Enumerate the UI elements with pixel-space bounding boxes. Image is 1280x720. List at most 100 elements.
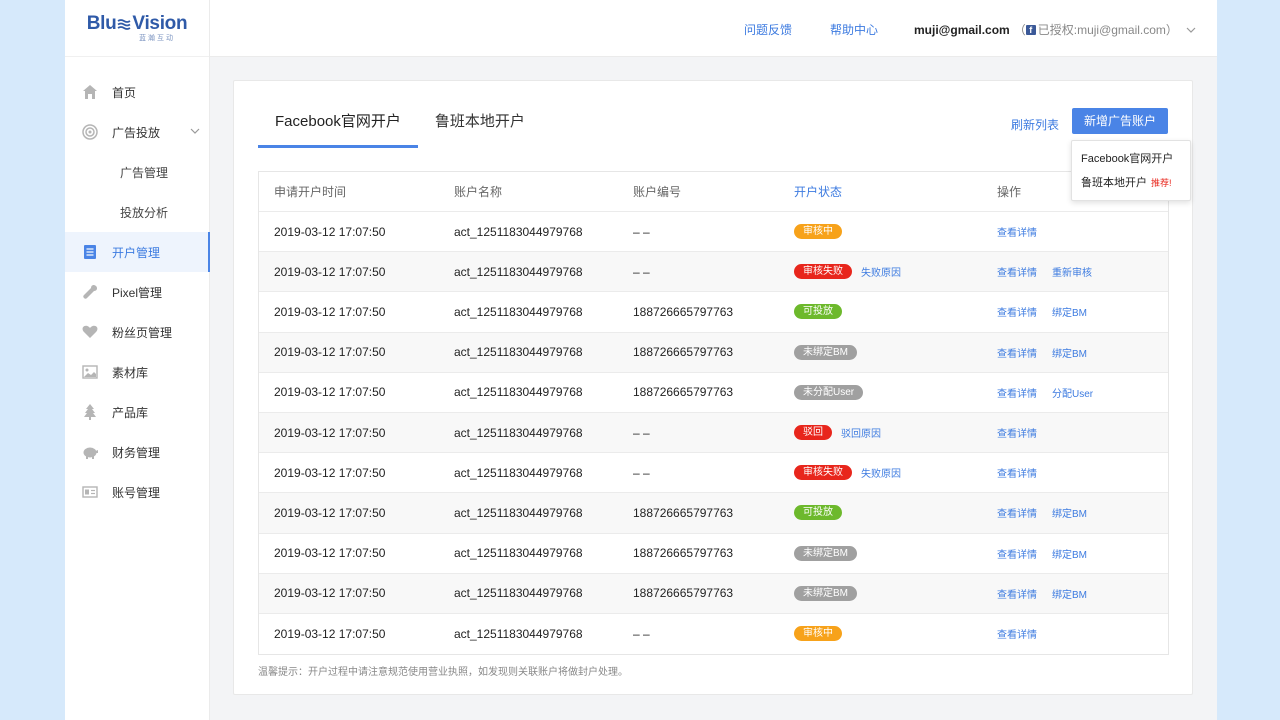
action-link[interactable]: 分配User: [1052, 385, 1093, 400]
account-name-cell: act_1251183044979768: [454, 505, 583, 520]
operations-cell: 查看详情: [997, 224, 1168, 239]
account-id-cell: – –: [633, 465, 650, 480]
refresh-list-link[interactable]: 刷新列表: [1011, 116, 1059, 133]
brand-name-right: Vision: [132, 12, 188, 34]
reason-link[interactable]: 失败原因: [861, 264, 901, 279]
status-cell: 审核失败 失败原因: [794, 264, 997, 280]
status-cell: 可投放: [794, 505, 997, 521]
help-center-link[interactable]: 帮助中心: [830, 21, 878, 38]
dropdown-item-facebook-official[interactable]: Facebook官网开户: [1072, 147, 1190, 171]
accounts-table: 申请开户时间 账户名称 账户编号 开户状态 操作 2019-03-12 17:0…: [258, 171, 1169, 656]
view-details-link[interactable]: 查看详情: [997, 224, 1037, 239]
account-id-cell: – –: [633, 264, 650, 279]
column-header-status[interactable]: 开户状态: [794, 183, 997, 200]
account-id-cell: 188726665797763: [633, 546, 734, 561]
column-header: 账户名称: [454, 185, 503, 199]
tab-facebook-official[interactable]: Facebook官网开户: [258, 107, 418, 148]
apply-time-cell: 2019-03-12 17:07:50: [274, 505, 386, 520]
operations-cell: 查看详情 绑定BM: [997, 505, 1168, 520]
sidebar-item-fan-page[interactable]: 粉丝页管理: [65, 312, 209, 352]
reason-link[interactable]: 失败原因: [861, 465, 901, 480]
sidebar-item-accounts[interactable]: 账号管理: [65, 472, 209, 512]
operations-cell: 查看详情 分配User: [997, 385, 1168, 400]
app-window: Blu Vision 蓝瀚互动 首页 广告投放 广告管理 投放分析 开户管理 P…: [65, 0, 1217, 720]
operations-cell: 查看详情 重新审核: [997, 264, 1168, 279]
auth-account: 已授权:muji@gmail.com）: [1037, 23, 1178, 37]
status-badge: 未绑定BM: [794, 585, 857, 601]
view-details-link[interactable]: 查看详情: [997, 626, 1037, 641]
status-badge: 可投放: [794, 505, 842, 521]
reason-link[interactable]: 驳回原因: [841, 425, 881, 440]
operations-cell: 查看详情 绑定BM: [997, 345, 1168, 360]
view-details-link[interactable]: 查看详情: [997, 465, 1037, 480]
dropdown-item-luban-local[interactable]: 鲁班本地开户 推荐!: [1072, 171, 1190, 195]
sidebar-item-label: 广告投放: [112, 125, 161, 140]
table-header-row: 申请开户时间 账户名称 账户编号 开户状态 操作: [259, 172, 1168, 212]
tree-icon: [81, 403, 99, 421]
action-link[interactable]: 绑定BM: [1052, 505, 1087, 520]
view-details-link[interactable]: 查看详情: [997, 505, 1037, 520]
sidebar-item-home[interactable]: 首页: [65, 72, 209, 112]
sidebar-item-ad-management[interactable]: 广告管理: [65, 152, 209, 192]
sidebar-item-account-opening[interactable]: 开户管理: [65, 232, 210, 272]
feedback-link[interactable]: 问题反馈: [744, 21, 792, 38]
column-header: 申请开户时间: [274, 185, 347, 199]
action-link[interactable]: 绑定BM: [1052, 345, 1087, 360]
sidebar-item-delivery-analysis[interactable]: 投放分析: [65, 192, 209, 232]
action-link[interactable]: 绑定BM: [1052, 546, 1087, 561]
action-link[interactable]: 绑定BM: [1052, 304, 1087, 319]
view-details-link[interactable]: 查看详情: [997, 345, 1037, 360]
apply-time-cell: 2019-03-12 17:07:50: [274, 465, 386, 480]
sidebar-item-pixel[interactable]: Pixel管理: [65, 272, 209, 312]
table-row: 2019-03-12 17:07:50 act_1251183044979768 1…: [259, 534, 1168, 574]
action-link[interactable]: 重新审核: [1052, 264, 1092, 279]
view-details-link[interactable]: 查看详情: [997, 586, 1037, 601]
chevron-down-icon: [190, 128, 200, 134]
view-details-link[interactable]: 查看详情: [997, 304, 1037, 319]
status-cell: 未分配User: [794, 384, 997, 400]
status-cell: 可投放: [794, 304, 997, 320]
status-badge: 可投放: [794, 304, 842, 320]
status-cell: 未绑定BM: [794, 585, 997, 601]
view-details-link[interactable]: 查看详情: [997, 425, 1037, 440]
status-badge: 审核中: [794, 224, 842, 240]
view-details-link[interactable]: 查看详情: [997, 264, 1037, 279]
view-details-link[interactable]: 查看详情: [997, 385, 1037, 400]
apply-time-cell: 2019-03-12 17:07:50: [274, 425, 386, 440]
piggy-bank-icon: [81, 443, 99, 461]
status-cell: 审核中: [794, 626, 997, 642]
add-ad-account-button[interactable]: 新增广告账户: [1072, 108, 1168, 134]
footer-tip: 温馨提示：开户过程中请注意规范使用营业执照，如发现则关联账户将做封户处理。: [258, 667, 628, 678]
sidebar-item-assets[interactable]: 素材库: [65, 352, 209, 392]
sidebar-item-finance[interactable]: 财务管理: [65, 432, 209, 472]
account-name-cell: act_1251183044979768: [454, 465, 583, 480]
tab-luban-local[interactable]: 鲁班本地开户: [418, 107, 542, 148]
view-details-link[interactable]: 查看详情: [997, 546, 1037, 561]
account-id-cell: 188726665797763: [633, 505, 734, 520]
account-id-cell: – –: [633, 224, 650, 239]
add-account-dropdown: Facebook官网开户 鲁班本地开户 推荐!: [1071, 140, 1191, 201]
action-link[interactable]: 绑定BM: [1052, 586, 1087, 601]
id-card-icon: [81, 483, 99, 501]
target-icon: [81, 123, 99, 141]
table-row: 2019-03-12 17:07:50 act_1251183044979768 1…: [259, 292, 1168, 333]
sidebar-item-products[interactable]: 产品库: [65, 392, 209, 432]
sidebar-item-label: 账号管理: [112, 485, 161, 500]
status-cell: 驳回 驳回原因: [794, 425, 997, 441]
apply-time-cell: 2019-03-12 17:07:50: [274, 264, 386, 279]
table-row: 2019-03-12 17:07:50 act_1251183044979768 –…: [259, 212, 1168, 253]
table-row: 2019-03-12 17:07:50 act_1251183044979768 1…: [259, 493, 1168, 534]
wrench-icon: [81, 283, 99, 301]
account-id-cell: 188726665797763: [633, 304, 734, 319]
user-menu[interactable]: muji@gmail.com （ f 已授权:muji@gmail.com）: [914, 21, 1196, 38]
table-row: 2019-03-12 17:07:50 act_1251183044979768 1…: [259, 373, 1168, 413]
sidebar-item-ad-delivery[interactable]: 广告投放: [65, 112, 209, 152]
facebook-icon: f: [1025, 24, 1036, 35]
table-body: 2019-03-12 17:07:50 act_1251183044979768 –…: [259, 212, 1168, 654]
account-name-cell: act_1251183044979768: [454, 586, 583, 601]
account-id-cell: 188726665797763: [633, 345, 734, 360]
document-icon: [81, 243, 99, 261]
status-badge: 驳回: [794, 425, 832, 441]
status-badge: 审核失败: [794, 264, 852, 280]
operations-cell: 查看详情 绑定BM: [997, 546, 1168, 561]
